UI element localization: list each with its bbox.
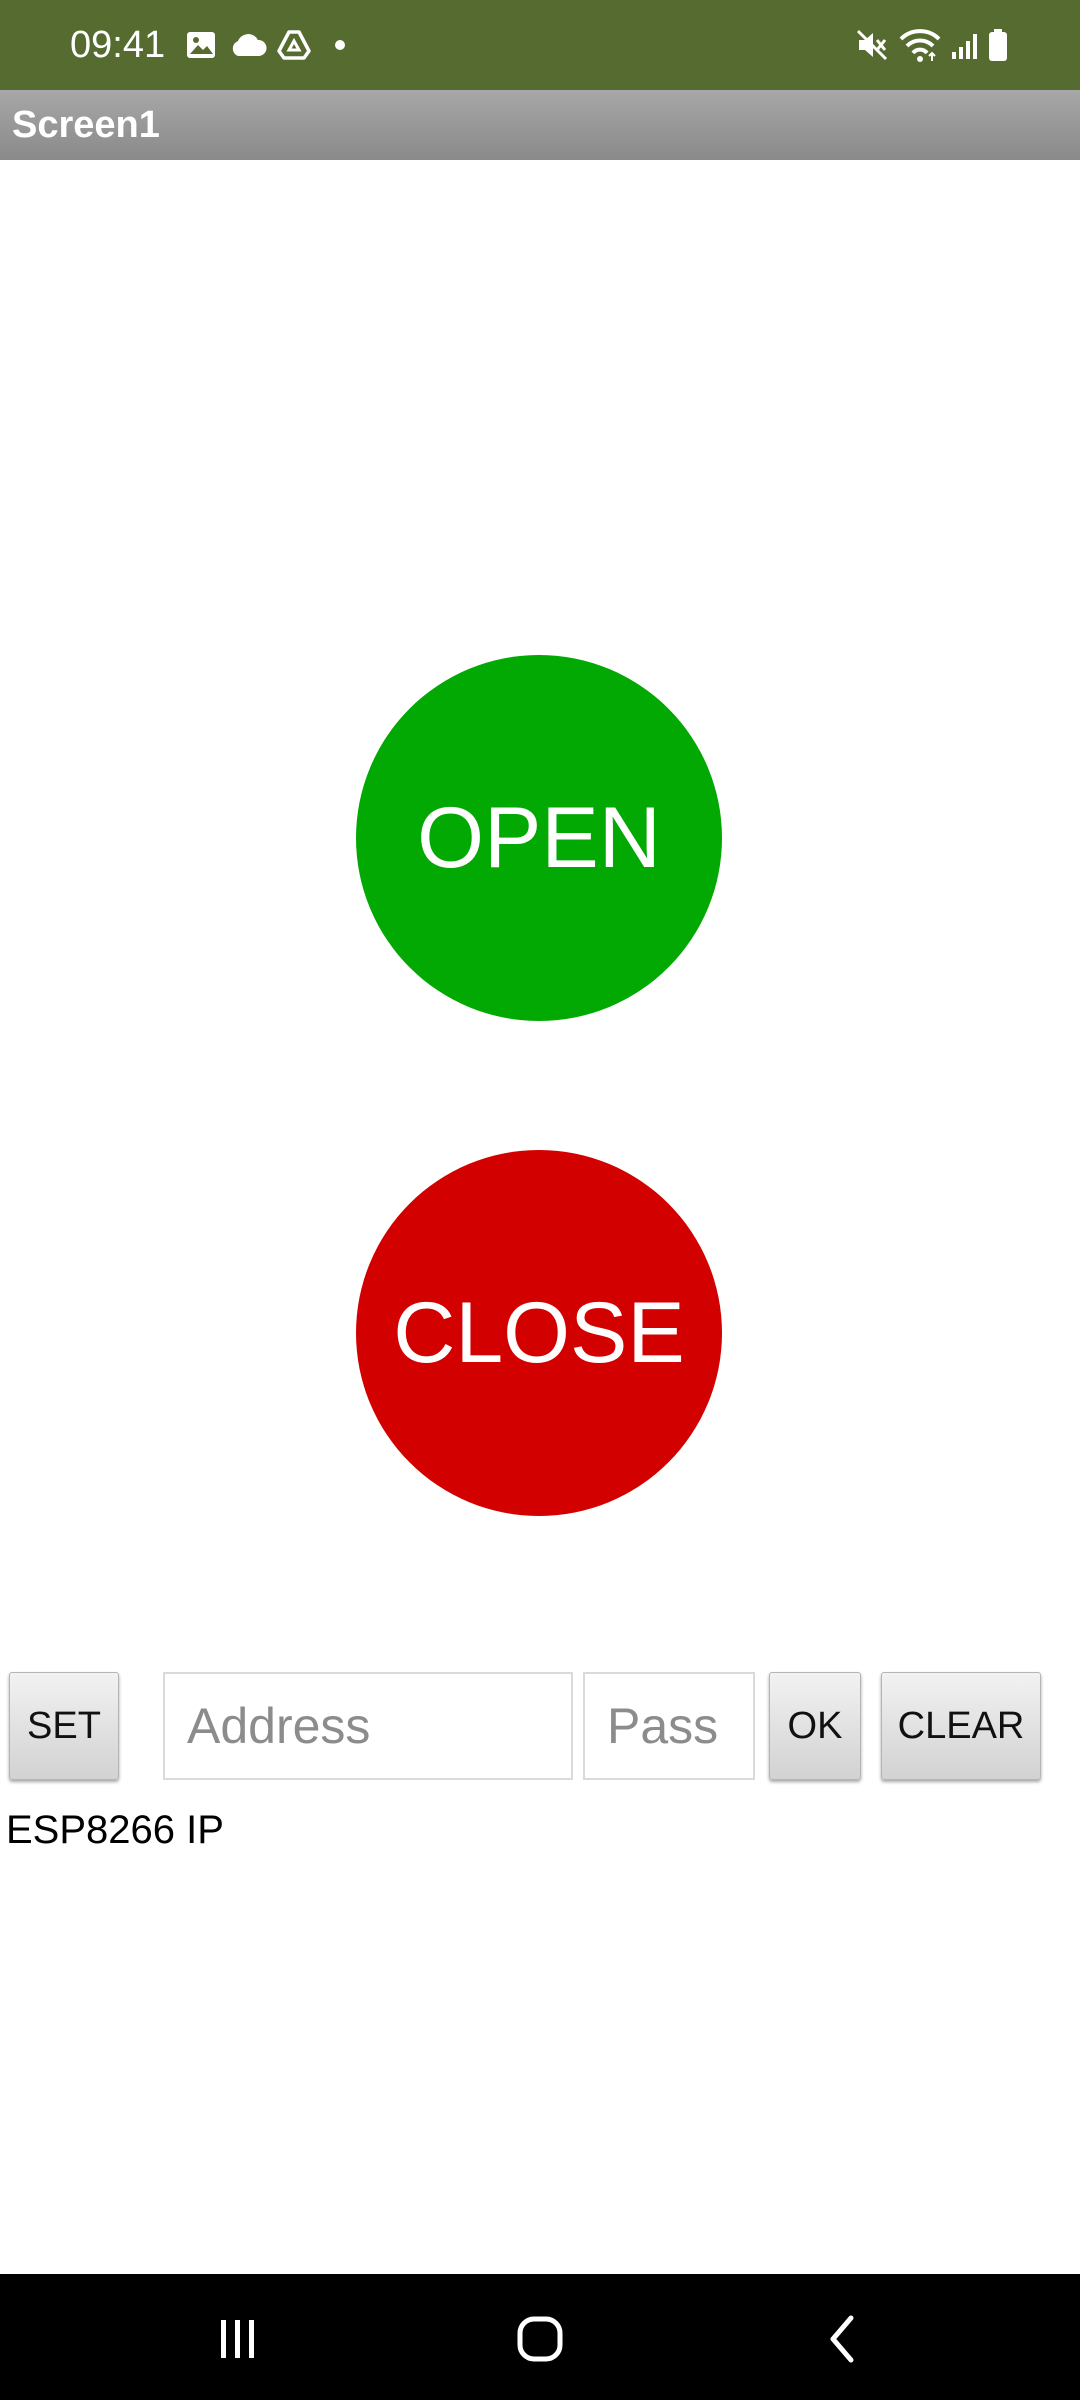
address-input[interactable] bbox=[163, 1672, 573, 1780]
drive-icon bbox=[276, 24, 312, 66]
open-button[interactable]: OPEN bbox=[356, 655, 722, 1021]
clear-button[interactable]: CLEAR bbox=[881, 1672, 1041, 1780]
recent-apps-icon[interactable] bbox=[198, 2304, 278, 2374]
status-time: 09:41 bbox=[70, 24, 166, 66]
close-button[interactable]: CLOSE bbox=[356, 1150, 722, 1516]
ok-button[interactable]: OK bbox=[769, 1672, 861, 1780]
mute-icon bbox=[854, 24, 890, 66]
signal-icon bbox=[950, 24, 982, 66]
back-icon[interactable] bbox=[803, 2304, 883, 2374]
set-button[interactable]: SET bbox=[9, 1672, 119, 1780]
wifi-icon bbox=[898, 24, 942, 66]
password-input[interactable] bbox=[583, 1672, 755, 1780]
dot-icon bbox=[332, 24, 348, 66]
app-title-bar: Screen1 bbox=[0, 90, 1080, 160]
status-bar: 09:41 bbox=[0, 0, 1080, 90]
navigation-bar bbox=[0, 2274, 1080, 2400]
battery-icon bbox=[986, 24, 1010, 66]
esp8266-ip-label: ESP8266 IP bbox=[6, 1808, 224, 1852]
image-icon bbox=[184, 24, 218, 66]
screen-title: Screen1 bbox=[12, 104, 160, 146]
cloud-icon bbox=[228, 24, 268, 66]
home-icon[interactable] bbox=[500, 2304, 580, 2374]
